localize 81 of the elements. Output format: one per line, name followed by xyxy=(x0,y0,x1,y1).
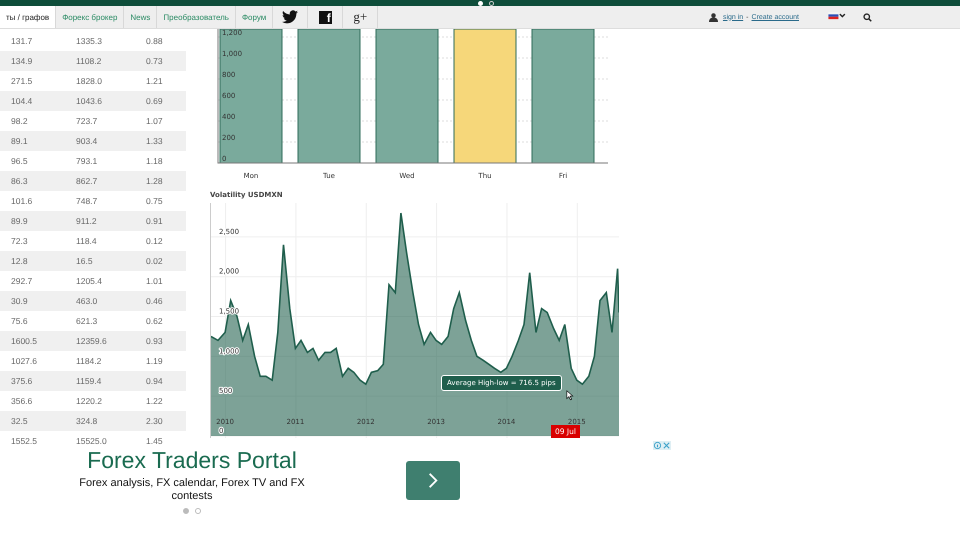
table-cell-text: 86.3 xyxy=(10,176,29,186)
table-cell: 1.19 xyxy=(146,356,163,366)
ad-choices-icon[interactable] xyxy=(653,441,671,450)
table-cell: 1.33 xyxy=(146,136,163,146)
table-cell: 0.73 xyxy=(146,56,163,66)
table-cell: 1.18 xyxy=(146,156,163,166)
table-cell-text: 862.7 xyxy=(76,176,98,186)
table-cell-text: 104.4 xyxy=(10,96,34,106)
table-cell-text: 30.9 xyxy=(10,296,29,306)
table-cell-text: 463.0 xyxy=(76,296,98,306)
table-cell-text: 748.7 xyxy=(76,196,98,206)
table-cell-text: 1108.2 xyxy=(76,56,102,66)
nav-tab[interactable]: News xyxy=(124,6,158,28)
table-cell: 0.75 xyxy=(146,196,163,206)
carousel-dot[interactable] xyxy=(195,508,201,514)
table-cell-text: 271.5 xyxy=(10,76,34,86)
table-cell-text: 98.2 xyxy=(10,116,29,126)
table-cell-text: 1205.4 xyxy=(76,276,103,286)
table-cell: 2.30 xyxy=(146,416,163,426)
table-cell-text: 793.1 xyxy=(76,156,98,166)
cursor-icon xyxy=(566,390,574,401)
table-cell: 0.02 xyxy=(146,256,163,266)
nav-tab[interactable]: Преобразователь xyxy=(157,6,236,28)
table-cell-text: 1159.4 xyxy=(76,376,102,386)
chevron-icon xyxy=(428,472,438,489)
table-cell: 1.22 xyxy=(146,396,163,406)
plus-icon[interactable]: g+ xyxy=(353,9,368,25)
table-cell-text: 15525.0 xyxy=(76,436,108,446)
table-cell: 1.21 xyxy=(146,76,163,86)
table-cell: 0.62 xyxy=(146,316,163,326)
nav-tab[interactable]: Форум xyxy=(236,6,274,28)
table-cell: 0.94 xyxy=(146,376,163,386)
table-cell-text: 96.5 xyxy=(10,156,29,166)
table-cell: 0.12 xyxy=(146,236,163,246)
table-cell: 1.28 xyxy=(146,176,163,186)
table-cell-text: 1600.5 xyxy=(10,336,38,346)
table-cell-text: 72.3 xyxy=(10,236,29,246)
table-cell-text: 134.9 xyxy=(10,56,34,66)
flag-dropdown-icon[interactable] xyxy=(826,12,848,22)
table-cell: 0.88 xyxy=(146,36,163,46)
table-cell-text: 375.6 xyxy=(10,376,34,386)
table-cell: 0.91 xyxy=(146,216,163,226)
bird-icon[interactable] xyxy=(282,10,298,24)
table-cell: 0.46 xyxy=(146,296,163,306)
table-cell-text: 903.4 xyxy=(76,136,98,146)
table-cell: 1.01 xyxy=(146,276,163,286)
table-cell: 1.45 xyxy=(146,436,163,446)
table-cell-text: 723.7 xyxy=(76,116,98,126)
table-cell-text: 1184.2 xyxy=(76,356,102,366)
table-cell-text: 911.2 xyxy=(76,216,98,226)
table-cell: 0.69 xyxy=(146,96,163,106)
table-cell: 0.93 xyxy=(146,336,163,346)
table-cell-text: 101.6 xyxy=(10,196,34,206)
search-icon[interactable] xyxy=(863,12,872,22)
table-cell-text: 1552.5 xyxy=(10,436,38,446)
table-cell-text: 118.4 xyxy=(76,236,98,246)
table-cell-text: 89.1 xyxy=(10,136,29,146)
table-cell-text: 324.8 xyxy=(76,416,98,426)
table-cell: 1.07 xyxy=(146,116,163,126)
table-cell-text: 356.6 xyxy=(10,396,34,406)
table-cell-text: 16.5 xyxy=(76,256,94,266)
table-cell-text: 12359.6 xyxy=(76,336,108,346)
table-cell-text: 621.3 xyxy=(76,316,98,326)
carousel-dot[interactable] xyxy=(183,508,189,514)
table-cell-text: 1220.2 xyxy=(76,396,103,406)
ad-text: Forex analysis, FX calendar, Forex TV and FX contests xyxy=(78,477,306,503)
table-cell-text: 131.7 xyxy=(10,36,34,46)
table-cell-text: 12.8 xyxy=(10,256,29,266)
table-cell-text: 89.9 xyxy=(10,216,29,226)
table-cell-text: 75.6 xyxy=(10,316,29,326)
table-cell-text: 1335.3 xyxy=(76,36,103,46)
nav-tab[interactable]: ты / графов xyxy=(0,6,56,28)
table-cell-text: 292.7 xyxy=(10,276,34,286)
facebook-icon[interactable]: f xyxy=(318,10,332,24)
table-cell-text: 32.5 xyxy=(10,416,29,426)
nav-tab[interactable]: Форекс брокер xyxy=(56,6,124,28)
ad-title[interactable]: Forex Traders Portal xyxy=(87,447,297,474)
table-cell-text: 1828.0 xyxy=(76,76,103,86)
table-cell-text: 1027.6 xyxy=(10,356,38,366)
user-icon xyxy=(708,12,718,22)
table-cell-text: 1043.6 xyxy=(76,96,103,106)
